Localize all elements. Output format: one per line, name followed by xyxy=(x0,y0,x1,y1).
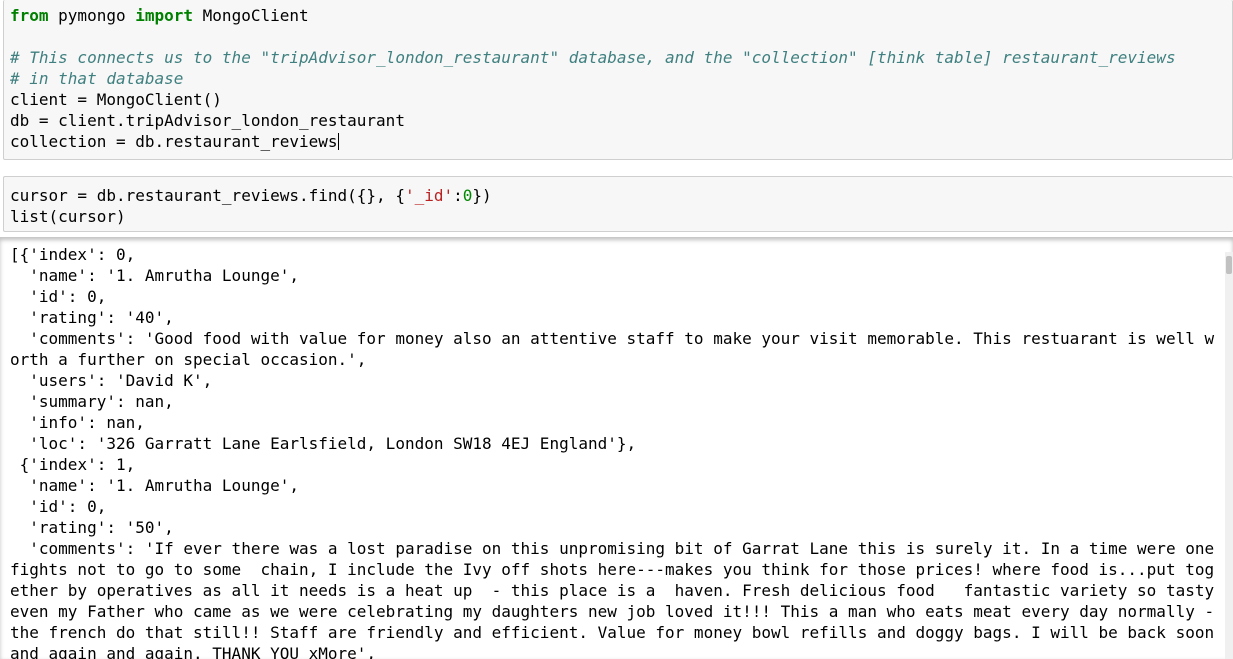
code-editor-2[interactable]: cursor = db.restaurant_reviews.find({}, … xyxy=(4,177,1233,227)
code-token: # This connects us to the "tripAdvisor_l… xyxy=(10,48,1176,67)
output-area: [{'index': 0, 'name': '1. Amrutha Lounge… xyxy=(0,237,1233,659)
code-token: from xyxy=(10,6,49,25)
code-token: collection = db.restaurant_reviews xyxy=(10,132,338,151)
code-token: client = MongoClient() xyxy=(10,90,222,109)
code-token: import xyxy=(135,6,194,25)
code-token: : xyxy=(453,186,463,205)
code-token: list(cursor) xyxy=(10,207,126,226)
code-line: # This connects us to the "tripAdvisor_l… xyxy=(10,47,1232,68)
code-line: from pymongo import MongoClient xyxy=(10,5,1232,26)
code-cell-1[interactable]: from pymongo import MongoClient # This c… xyxy=(3,0,1233,160)
code-line: list(cursor) xyxy=(10,206,1233,227)
scrollbar-thumb[interactable] xyxy=(1226,256,1232,274)
code-token: }) xyxy=(472,186,492,205)
code-line: client = MongoClient() xyxy=(10,89,1232,110)
code-line: cursor = db.restaurant_reviews.find({}, … xyxy=(10,185,1233,206)
code-line: db = client.tripAdvisor_london_restauran… xyxy=(10,110,1232,131)
code-token: 0 xyxy=(462,186,473,205)
code-token: '_id' xyxy=(404,186,454,205)
output-scrollbar[interactable] xyxy=(1225,252,1233,659)
code-cell-2[interactable]: cursor = db.restaurant_reviews.find({}, … xyxy=(3,176,1233,232)
code-line: collection = db.restaurant_reviews xyxy=(10,131,1232,152)
code-token: cursor = db.restaurant_reviews.find({}, … xyxy=(10,186,405,205)
code-editor-1[interactable]: from pymongo import MongoClient # This c… xyxy=(4,0,1232,152)
code-token: db = client.tripAdvisor_london_restauran… xyxy=(10,111,405,130)
code-line: # in that database xyxy=(10,68,1232,89)
code-token: MongoClient xyxy=(193,6,309,25)
output-text: [{'index': 0, 'name': '1. Amrutha Lounge… xyxy=(10,245,1215,659)
text-cursor xyxy=(337,133,339,150)
code-token: # in that database xyxy=(10,69,184,88)
code-token: pymongo xyxy=(48,6,136,25)
